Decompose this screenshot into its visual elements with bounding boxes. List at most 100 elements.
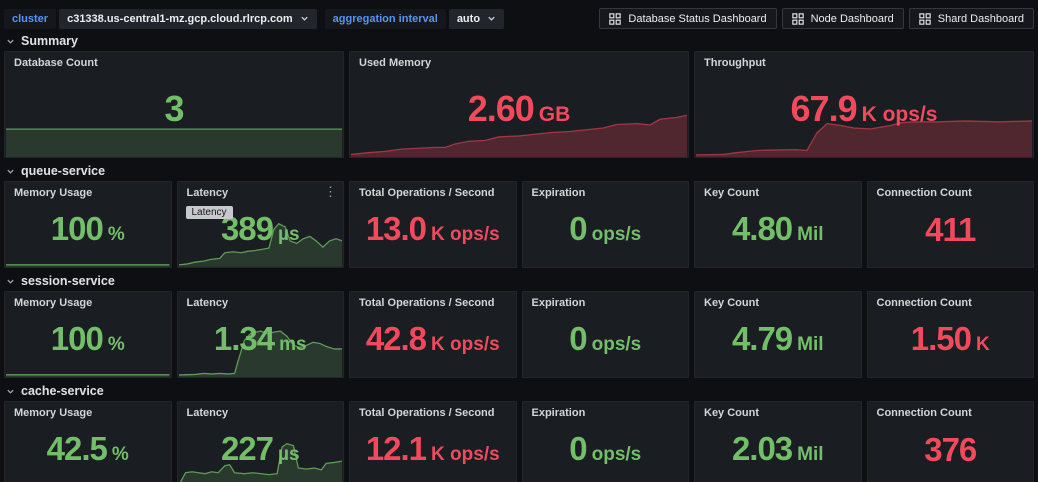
dashboard-row: queue-service Memory Usage 100 % Latency…: [4, 163, 1034, 268]
stat-value: 2.03: [732, 432, 792, 465]
panel-cache-service-total-operations-second: Total Operations / Second 12.1 K ops/s: [349, 401, 517, 482]
row-header-queue-service[interactable]: queue-service: [6, 163, 1034, 179]
panel-title[interactable]: Connection Count: [877, 297, 1018, 309]
panel-title[interactable]: Expiration: [532, 187, 673, 199]
panel-queue-service-latency: Latency 389 µs Latency⋮: [177, 181, 345, 268]
chevron-down-icon: [6, 387, 15, 396]
panel-title[interactable]: Total Operations / Second: [359, 407, 500, 419]
stat-unit: %: [108, 334, 125, 356]
dashboard-header: cluster c31338.us-central1-mz.gcp.cloud.…: [4, 0, 1034, 31]
stat-value: 100: [51, 322, 103, 355]
stat-value: 1.34: [214, 322, 274, 355]
panel-title[interactable]: Total Operations / Second: [359, 297, 500, 309]
panel-title[interactable]: Used Memory: [359, 57, 672, 69]
row-title: cache-service: [21, 384, 104, 398]
stat-unit: GB: [539, 103, 571, 127]
cluster-dropdown[interactable]: c31338.us-central1-mz.gcp.cloud.rlrcp.co…: [59, 9, 317, 29]
stat-value: 67.9: [791, 91, 857, 127]
stat-unit: ops/s: [592, 444, 642, 466]
variable-aggregation-interval: aggregation interval auto: [325, 9, 504, 29]
stat-value: 2.60: [468, 91, 534, 127]
stat-unit: %: [112, 444, 129, 466]
shard-dashboard-button[interactable]: Shard Dashboard: [909, 8, 1034, 29]
panel-title[interactable]: Memory Usage: [14, 297, 155, 309]
row-title: Summary: [21, 34, 78, 48]
panel-title[interactable]: Expiration: [532, 297, 673, 309]
stat-value: 376: [924, 433, 976, 466]
series-tooltip: Latency: [186, 206, 233, 219]
dashboard-links: Database Status Dashboard Node Dashboard…: [599, 8, 1034, 29]
panel-session-service-expiration: Expiration 0 ops/s: [522, 291, 690, 378]
chevron-down-icon: [6, 277, 15, 286]
panel-title[interactable]: Throughput: [704, 57, 1017, 69]
panel-title[interactable]: Key Count: [704, 407, 845, 419]
row-panels: Memory Usage 100 % Latency 389 µs Latenc…: [4, 181, 1034, 268]
variable-label-cluster: cluster: [4, 9, 56, 29]
panel-queue-service-connection-count: Connection Count 411: [867, 181, 1035, 268]
panel-title[interactable]: Latency: [187, 407, 328, 419]
panel-summary-throughput: Throughput 67.9 K ops/s: [694, 51, 1034, 158]
stat-value: 13.0: [366, 212, 426, 245]
stat-unit: Mil: [797, 444, 823, 466]
stat-value: 42.8: [366, 322, 426, 355]
panel-title[interactable]: Connection Count: [877, 407, 1018, 419]
dashboard-row: Summary Database Count 3 Used Memory 2.6…: [4, 33, 1034, 158]
panel-title[interactable]: Expiration: [532, 407, 673, 419]
stat-value: 0: [569, 322, 586, 355]
button-label: Database Status Dashboard: [628, 13, 766, 25]
button-label: Shard Dashboard: [938, 13, 1024, 25]
apps-grid-icon: [792, 13, 804, 25]
variable-label-aggregation-interval: aggregation interval: [325, 9, 446, 29]
panel-title[interactable]: Key Count: [704, 297, 845, 309]
panel-title[interactable]: Total Operations / Second: [359, 187, 500, 199]
panel-title[interactable]: Connection Count: [877, 187, 1018, 199]
aggregation-interval-dropdown[interactable]: auto: [449, 9, 504, 29]
stat-unit: µs: [278, 224, 300, 246]
row-header-summary[interactable]: Summary: [6, 33, 1034, 49]
panel-menu-icon[interactable]: ⋮: [324, 185, 337, 198]
chevron-down-icon: [6, 37, 15, 46]
stat-value: 411: [925, 213, 975, 246]
chevron-down-icon: [487, 14, 496, 23]
panel-title[interactable]: Key Count: [704, 187, 845, 199]
row-header-cache-service[interactable]: cache-service: [6, 383, 1034, 399]
aggregation-interval-dropdown-value: auto: [457, 13, 480, 25]
panel-title[interactable]: Database Count: [14, 57, 327, 69]
stat-unit: ops/s: [592, 334, 642, 356]
panel-title[interactable]: Memory Usage: [14, 407, 155, 419]
panel-cache-service-latency: Latency 227 µs: [177, 401, 345, 482]
stat-value: 100: [51, 212, 103, 245]
stat-value: 227: [221, 432, 273, 465]
stat-unit: K: [976, 334, 990, 356]
stat-value: 4.79: [732, 322, 792, 355]
panel-title[interactable]: Memory Usage: [14, 187, 155, 199]
panel-cache-service-connection-count: Connection Count 376: [867, 401, 1035, 482]
row-header-session-service[interactable]: session-service: [6, 273, 1034, 289]
panel-cache-service-key-count: Key Count 2.03 Mil: [694, 401, 862, 482]
stat-value: 4.80: [732, 212, 792, 245]
panel-session-service-memory-usage: Memory Usage 100 %: [4, 291, 172, 378]
dashboard-row: session-service Memory Usage 100 % Laten…: [4, 273, 1034, 378]
stat-value: 0: [569, 212, 586, 245]
apps-grid-icon: [609, 13, 621, 25]
database-status-dashboard-button[interactable]: Database Status Dashboard: [599, 8, 776, 29]
chevron-down-icon: [300, 14, 309, 23]
panel-summary-database-count: Database Count 3: [4, 51, 344, 158]
panel-session-service-key-count: Key Count 4.79 Mil: [694, 291, 862, 378]
stat-value: 0: [569, 432, 586, 465]
stat-unit: Mil: [797, 224, 823, 246]
panel-summary-used-memory: Used Memory 2.60 GB: [349, 51, 689, 158]
row-panels: Memory Usage 42.5 % Latency 227 µs Total…: [4, 401, 1034, 482]
stat-unit: K ops/s: [862, 103, 938, 127]
panel-title[interactable]: Latency: [187, 297, 328, 309]
stat-unit: K ops/s: [431, 444, 500, 466]
panel-queue-service-memory-usage: Memory Usage 100 %: [4, 181, 172, 268]
panel-session-service-connection-count: Connection Count 1.50 K: [867, 291, 1035, 378]
dashboard-body: Summary Database Count 3 Used Memory 2.6…: [4, 33, 1034, 482]
stat-unit: ms: [279, 334, 306, 356]
panel-title[interactable]: Latency: [187, 187, 328, 199]
node-dashboard-button[interactable]: Node Dashboard: [782, 8, 904, 29]
variable-cluster: cluster c31338.us-central1-mz.gcp.cloud.…: [4, 9, 317, 29]
stat-value: 1.50: [911, 322, 971, 355]
stat-value: 12.1: [366, 432, 426, 465]
